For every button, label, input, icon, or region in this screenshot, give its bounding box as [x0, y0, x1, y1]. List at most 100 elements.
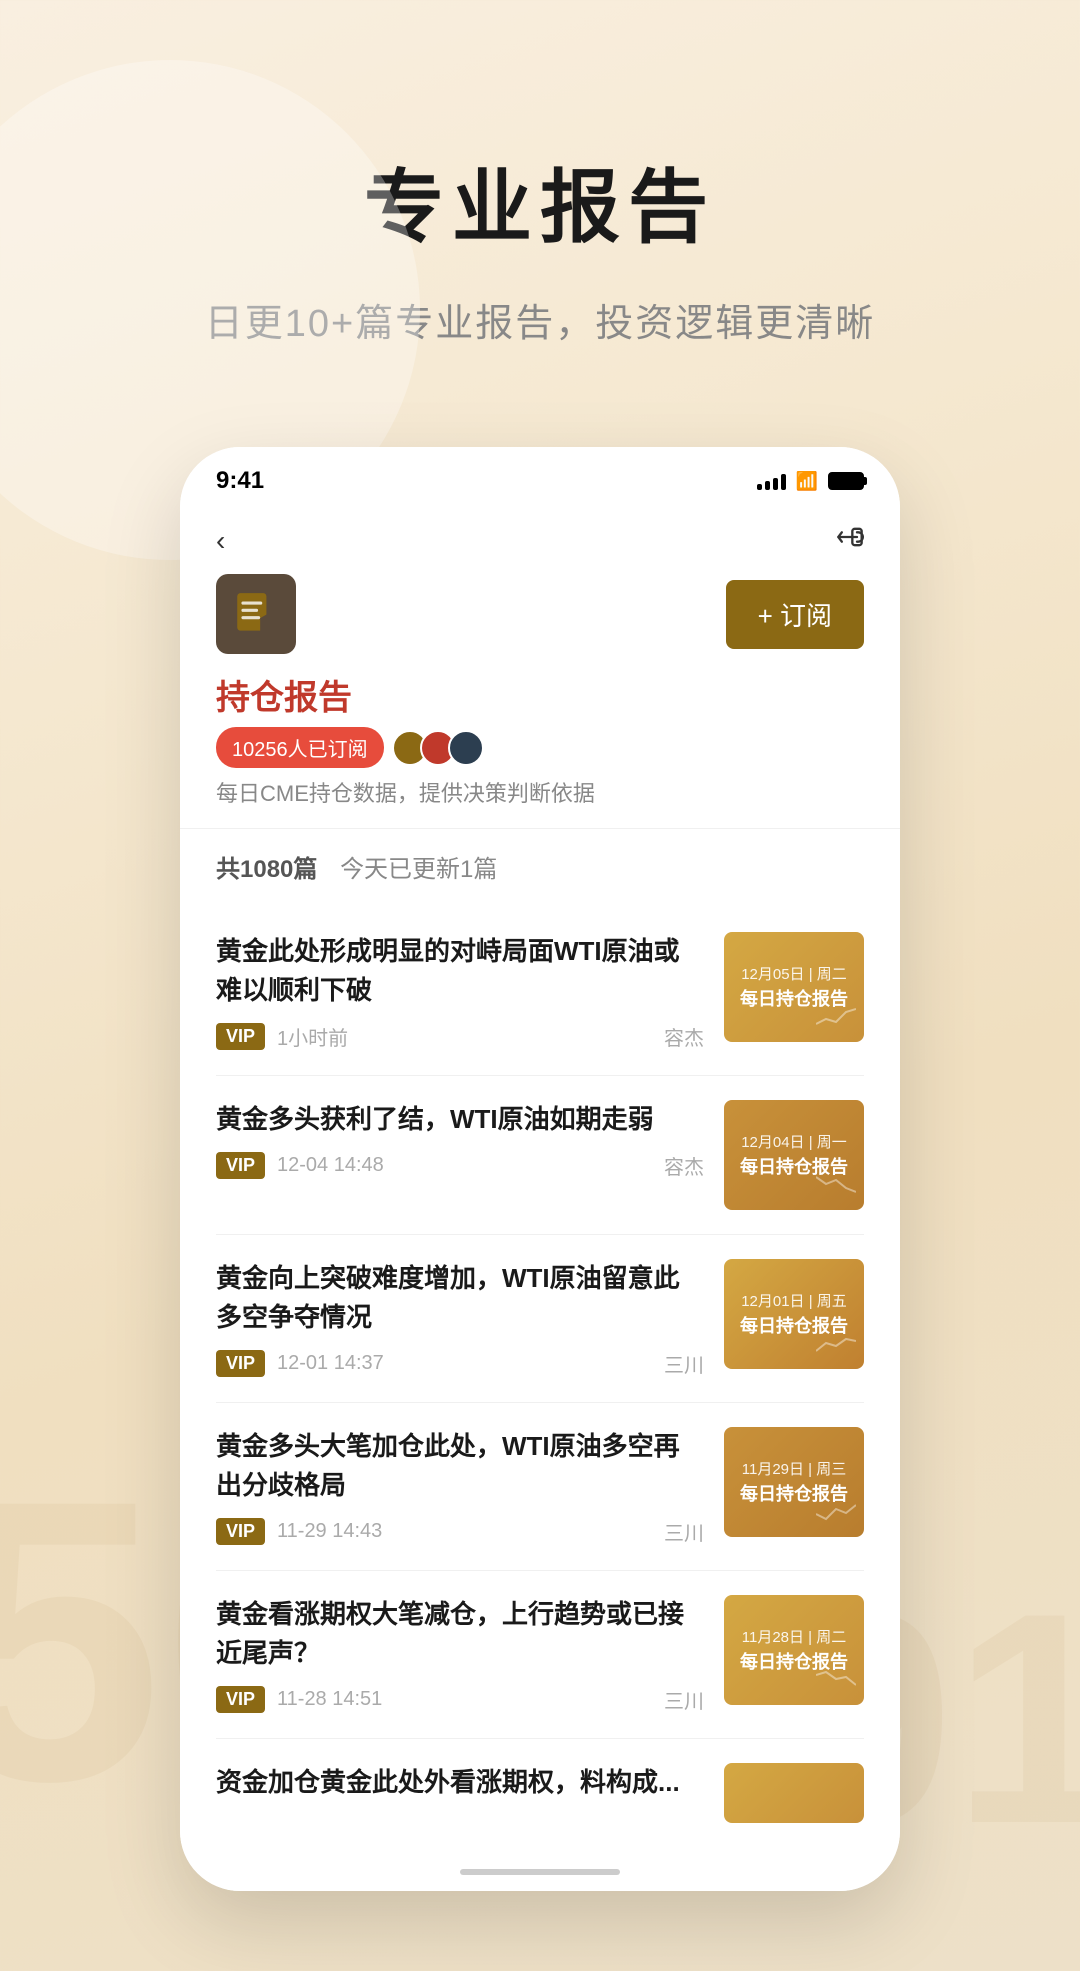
article-title: 黄金多头大笔加仓此处，WTI原油多空再出分歧格局 — [216, 1427, 704, 1505]
page-title: 专业报告 — [0, 160, 1080, 256]
subscriber-badge: 10256人已订阅 — [216, 727, 384, 768]
article-footer: VIP 11-29 14:43 三川 — [216, 1517, 704, 1546]
article-author: 三川 — [664, 1349, 704, 1378]
article-content: 黄金看涨期权大笔减仓，上行趋势或已接近尾声？ VIP 11-28 14:51 三… — [216, 1595, 704, 1714]
thumb-date: 11月28日 | 周二 — [742, 1626, 847, 1647]
article-content: 资金加仓黄金此处外看涨期权，料构成... — [216, 1763, 704, 1823]
article-title: 黄金向上突破难度增加，WTI原油留意此多空争夺情况 — [216, 1259, 704, 1337]
article-footer: VIP 12-01 14:37 三川 — [216, 1349, 704, 1378]
thumb-chart-icon — [816, 1331, 856, 1361]
thumb-bg: 12月05日 | 周二 每日持仓报告 — [724, 932, 864, 1042]
article-item[interactable]: 黄金多头大笔加仓此处，WTI原油多空再出分歧格局 VIP 11-29 14:43… — [216, 1403, 864, 1571]
article-count: 共1080篇 今天已更新1篇 — [216, 849, 864, 884]
article-item[interactable]: 黄金此处形成明显的对峙局面WTI原油或难以顺利下破 VIP 1小时前 容杰 12… — [216, 908, 864, 1076]
update-info: 今天已更新1篇 — [340, 856, 497, 883]
thumb-date: 12月01日 | 周五 — [741, 1290, 847, 1311]
thumb-chart-icon — [816, 1667, 856, 1697]
article-tags: VIP 1小时前 — [216, 1022, 348, 1051]
home-indicator — [460, 1869, 620, 1875]
nav-bar: ‹ — [180, 507, 900, 574]
wifi-icon: 📶 — [796, 471, 818, 492]
thumb-bg: 11月29日 | 周三 每日持仓报告 — [724, 1427, 864, 1537]
signal-bar-1 — [757, 484, 762, 490]
article-author: 三川 — [664, 1685, 704, 1714]
back-button[interactable]: ‹ — [216, 525, 225, 557]
article-count-number: 共1080篇 — [216, 856, 317, 883]
divider-1 — [180, 828, 900, 829]
phone-mockup: 9:41 📶 ‹ — [180, 447, 900, 1891]
article-time: 1小时前 — [277, 1022, 348, 1051]
article-thumbnail — [724, 1763, 864, 1823]
article-tags: VIP 11-29 14:43 — [216, 1518, 382, 1545]
article-content: 黄金向上突破难度增加，WTI原油留意此多空争夺情况 VIP 12-01 14:3… — [216, 1259, 704, 1378]
thumb-date: 11月29日 | 周三 — [742, 1458, 847, 1479]
article-time: 11-29 14:43 — [277, 1520, 382, 1543]
article-footer: VIP 1小时前 容杰 — [216, 1022, 704, 1051]
article-thumbnail: 11月28日 | 周二 每日持仓报告 — [724, 1595, 864, 1705]
article-content: 黄金此处形成明显的对峙局面WTI原油或难以顺利下破 VIP 1小时前 容杰 — [216, 932, 704, 1051]
channel-header: + 订阅 — [216, 574, 864, 654]
thumb-bg — [724, 1763, 864, 1823]
article-footer: VIP 12-04 14:48 容杰 — [216, 1151, 704, 1180]
article-item[interactable]: 资金加仓黄金此处外看涨期权，料构成... — [216, 1739, 864, 1823]
avatar-3 — [448, 730, 484, 766]
thumb-chart-icon — [816, 1004, 856, 1034]
vip-badge: VIP — [216, 1350, 265, 1377]
channel-name: 持仓报告 — [216, 670, 864, 719]
thumb-date: 12月04日 | 周一 — [741, 1131, 847, 1152]
avatar-group — [400, 730, 484, 766]
thumb-chart-icon — [816, 1499, 856, 1529]
vip-badge: VIP — [216, 1518, 265, 1545]
share-button[interactable] — [836, 523, 864, 558]
channel-description: 每日CME持仓数据，提供决策判断依据 — [216, 776, 864, 808]
article-thumbnail: 11月29日 | 周三 每日持仓报告 — [724, 1427, 864, 1537]
article-footer: VIP 11-28 14:51 三川 — [216, 1685, 704, 1714]
article-thumbnail: 12月01日 | 周五 每日持仓报告 — [724, 1259, 864, 1369]
article-item[interactable]: 黄金多头获利了结，WTI原油如期走弱 VIP 12-04 14:48 容杰 12… — [216, 1076, 864, 1235]
status-time: 9:41 — [216, 467, 264, 495]
status-icons: 📶 — [757, 471, 864, 492]
article-time: 11-28 14:51 — [277, 1688, 382, 1711]
thumb-chart-icon — [816, 1172, 856, 1202]
vip-badge: VIP — [216, 1023, 265, 1050]
page-header: 专业报告 日更10+篇专业报告，投资逻辑更清晰 — [0, 0, 1080, 387]
article-list: 黄金此处形成明显的对峙局面WTI原油或难以顺利下破 VIP 1小时前 容杰 12… — [216, 908, 864, 1823]
subscribe-button[interactable]: + 订阅 — [726, 580, 864, 649]
article-item[interactable]: 黄金向上突破难度增加，WTI原油留意此多空争夺情况 VIP 12-01 14:3… — [216, 1235, 864, 1403]
content-area: + 订阅 持仓报告 10256人已订阅 每日CME持仓数据，提供决策判断依据 共… — [180, 574, 900, 1853]
battery-icon — [828, 472, 864, 490]
bottom-bar — [180, 1853, 900, 1891]
article-item[interactable]: 黄金看涨期权大笔减仓，上行趋势或已接近尾声？ VIP 11-28 14:51 三… — [216, 1571, 864, 1739]
article-tags: VIP 12-04 14:48 — [216, 1152, 384, 1179]
article-tags: VIP 11-28 14:51 — [216, 1686, 382, 1713]
channel-icon — [216, 574, 296, 654]
article-thumbnail: 12月05日 | 周二 每日持仓报告 — [724, 932, 864, 1042]
thumb-bg: 12月01日 | 周五 每日持仓报告 — [724, 1259, 864, 1369]
page-subtitle: 日更10+篇专业报告，投资逻辑更清晰 — [0, 292, 1080, 347]
article-content: 黄金多头获利了结，WTI原油如期走弱 VIP 12-04 14:48 容杰 — [216, 1100, 704, 1210]
signal-bars-icon — [757, 472, 786, 490]
signal-bar-3 — [773, 478, 778, 490]
article-author: 容杰 — [664, 1151, 704, 1180]
article-thumbnail: 12月04日 | 周一 每日持仓报告 — [724, 1100, 864, 1210]
thumb-bg: 11月28日 | 周二 每日持仓报告 — [724, 1595, 864, 1705]
article-author: 容杰 — [664, 1022, 704, 1051]
article-title: 资金加仓黄金此处外看涨期权，料构成... — [216, 1763, 704, 1802]
phone-container: 9:41 📶 ‹ — [0, 387, 1080, 1971]
signal-bar-2 — [765, 481, 770, 490]
vip-badge: VIP — [216, 1686, 265, 1713]
article-title: 黄金此处形成明显的对峙局面WTI原油或难以顺利下破 — [216, 932, 704, 1010]
article-time: 12-01 14:37 — [277, 1352, 384, 1375]
article-title: 黄金看涨期权大笔减仓，上行趋势或已接近尾声？ — [216, 1595, 704, 1673]
article-title: 黄金多头获利了结，WTI原油如期走弱 — [216, 1100, 704, 1139]
status-bar: 9:41 📶 — [180, 447, 900, 507]
signal-bar-4 — [781, 474, 786, 490]
article-content: 黄金多头大笔加仓此处，WTI原油多空再出分歧格局 VIP 11-29 14:43… — [216, 1427, 704, 1546]
article-time: 12-04 14:48 — [277, 1154, 384, 1177]
thumb-bg: 12月04日 | 周一 每日持仓报告 — [724, 1100, 864, 1210]
article-author: 三川 — [664, 1517, 704, 1546]
thumb-date: 12月05日 | 周二 — [741, 963, 847, 984]
article-tags: VIP 12-01 14:37 — [216, 1350, 384, 1377]
vip-badge: VIP — [216, 1152, 265, 1179]
channel-meta: 10256人已订阅 — [216, 727, 864, 768]
